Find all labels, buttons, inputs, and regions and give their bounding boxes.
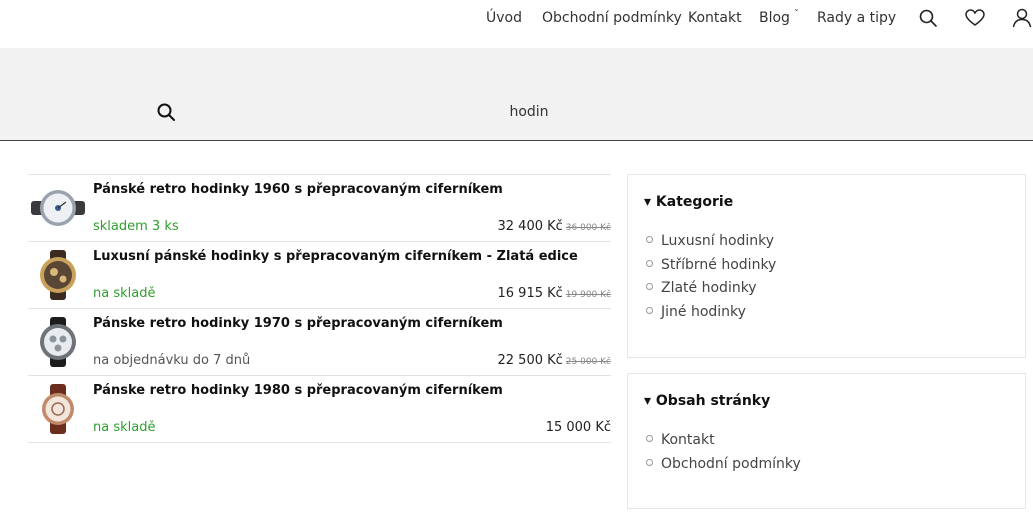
nav-item-blog[interactable]: Blog <box>759 10 790 26</box>
nav-item-obchodni-podminky[interactable]: Obchodní podmínky <box>542 10 682 26</box>
current-price: 16 915 Kč <box>497 286 563 301</box>
search-results: Pánské retro hodinky 1960 s přepracovaný… <box>28 174 611 443</box>
list-item[interactable]: Pánske retro hodinky 1970 s přepracovaný… <box>28 309 611 376</box>
page-link[interactable]: Kontakt <box>646 432 801 456</box>
page-contents-title-label: Obsah stránky <box>655 393 771 409</box>
product-title[interactable]: Pánske retro hodinky 1970 s přepracovaný… <box>93 316 503 331</box>
page-link[interactable]: Obchodní podmínky <box>646 456 801 480</box>
top-navigation: Úvod Obchodní podmínky Kontakt Blog ˇ Ra… <box>0 0 1033 48</box>
stock-status: skladem 3 ks <box>93 219 179 234</box>
bullet-icon <box>646 435 653 442</box>
chevron-down-icon[interactable]: ˇ <box>794 9 799 20</box>
category-link[interactable]: Jiné hodinky <box>646 304 776 328</box>
bullet-icon <box>646 458 653 466</box>
stock-status: na objednávku do 7 dnů <box>93 353 251 368</box>
old-price: 25 000 Kč <box>565 357 611 367</box>
product-title[interactable]: Luxusní pánské hodinky s přepracovaným c… <box>93 249 578 264</box>
user-icon[interactable] <box>1011 7 1033 29</box>
page-contents-list: Kontakt Obchodní podmínky <box>646 432 801 479</box>
watch-thumbnail <box>42 384 74 434</box>
page-link-label: Kontakt <box>661 432 715 448</box>
product-title[interactable]: Pánské retro hodinky 1960 s přepracovaný… <box>93 182 503 197</box>
search-icon[interactable] <box>917 7 939 29</box>
category-link[interactable]: Luxusní hodinky <box>646 233 776 257</box>
stock-status: na skladě <box>93 286 156 301</box>
category-label: Zlaté hodinky <box>661 280 757 297</box>
list-item[interactable]: Pánské retro hodinky 1960 s přepracovaný… <box>28 175 611 242</box>
watch-thumbnail <box>31 190 85 226</box>
product-title[interactable]: Pánske retro hodinky 1980 s přepracovaný… <box>93 383 503 398</box>
bullet-icon <box>646 259 653 267</box>
list-item[interactable]: Pánske retro hodinky 1980 s přepracovaný… <box>28 376 611 443</box>
search-icon[interactable] <box>155 101 177 123</box>
old-price: 19 900 Kč <box>565 290 611 300</box>
nav-item-uvod[interactable]: Úvod <box>486 10 522 26</box>
triangle-down-icon: ▾ <box>644 393 652 409</box>
category-label: Jiné hodinky <box>661 304 746 321</box>
triangle-down-icon: ▾ <box>644 194 652 210</box>
search-bar <box>0 48 1033 141</box>
current-price: 15 000 Kč <box>545 420 611 435</box>
nav-item-rady-a-tipy[interactable]: Rady a tipy <box>817 10 896 26</box>
category-link[interactable]: Zlaté hodinky <box>646 280 776 304</box>
watch-thumbnail <box>40 317 76 367</box>
old-price: 36 000 Kč <box>565 223 611 233</box>
bullet-icon <box>646 283 653 291</box>
page-link-label: Obchodní podmínky <box>661 455 801 472</box>
stock-status: na skladě <box>93 420 156 435</box>
search-input[interactable] <box>190 98 868 126</box>
heart-icon[interactable] <box>964 7 986 29</box>
current-price: 32 400 Kč <box>497 219 563 234</box>
nav-item-kontakt[interactable]: Kontakt <box>688 10 742 26</box>
price: 22 500 Kč 25 000 Kč <box>498 353 612 368</box>
list-item[interactable]: Luxusní pánské hodinky s přepracovaným c… <box>28 242 611 309</box>
categories-box: ▾ Kategorie Luxusní hodinky Stříbrné hod… <box>627 174 1026 358</box>
bullet-icon <box>646 307 653 315</box>
category-label: Luxusní hodinky <box>661 233 775 249</box>
current-price: 22 500 Kč <box>497 353 563 368</box>
categories-title[interactable]: ▾ Kategorie <box>644 194 733 210</box>
price: 15 000 Kč <box>546 420 611 435</box>
watch-thumbnail <box>40 250 76 300</box>
price: 16 915 Kč 19 900 Kč <box>498 286 612 301</box>
page-contents-title[interactable]: ▾ Obsah stránky <box>644 393 770 409</box>
page-contents-box: ▾ Obsah stránky Kontakt Obchodní podmínk… <box>627 373 1026 509</box>
category-link[interactable]: Stříbrné hodinky <box>646 257 776 281</box>
price: 32 400 Kč 36 000 Kč <box>498 219 612 234</box>
categories-title-label: Kategorie <box>655 194 734 210</box>
category-label: Stříbrné hodinky <box>661 256 777 273</box>
categories-list: Luxusní hodinky Stříbrné hodinky Zlaté h… <box>646 233 776 328</box>
bullet-icon <box>646 236 653 243</box>
